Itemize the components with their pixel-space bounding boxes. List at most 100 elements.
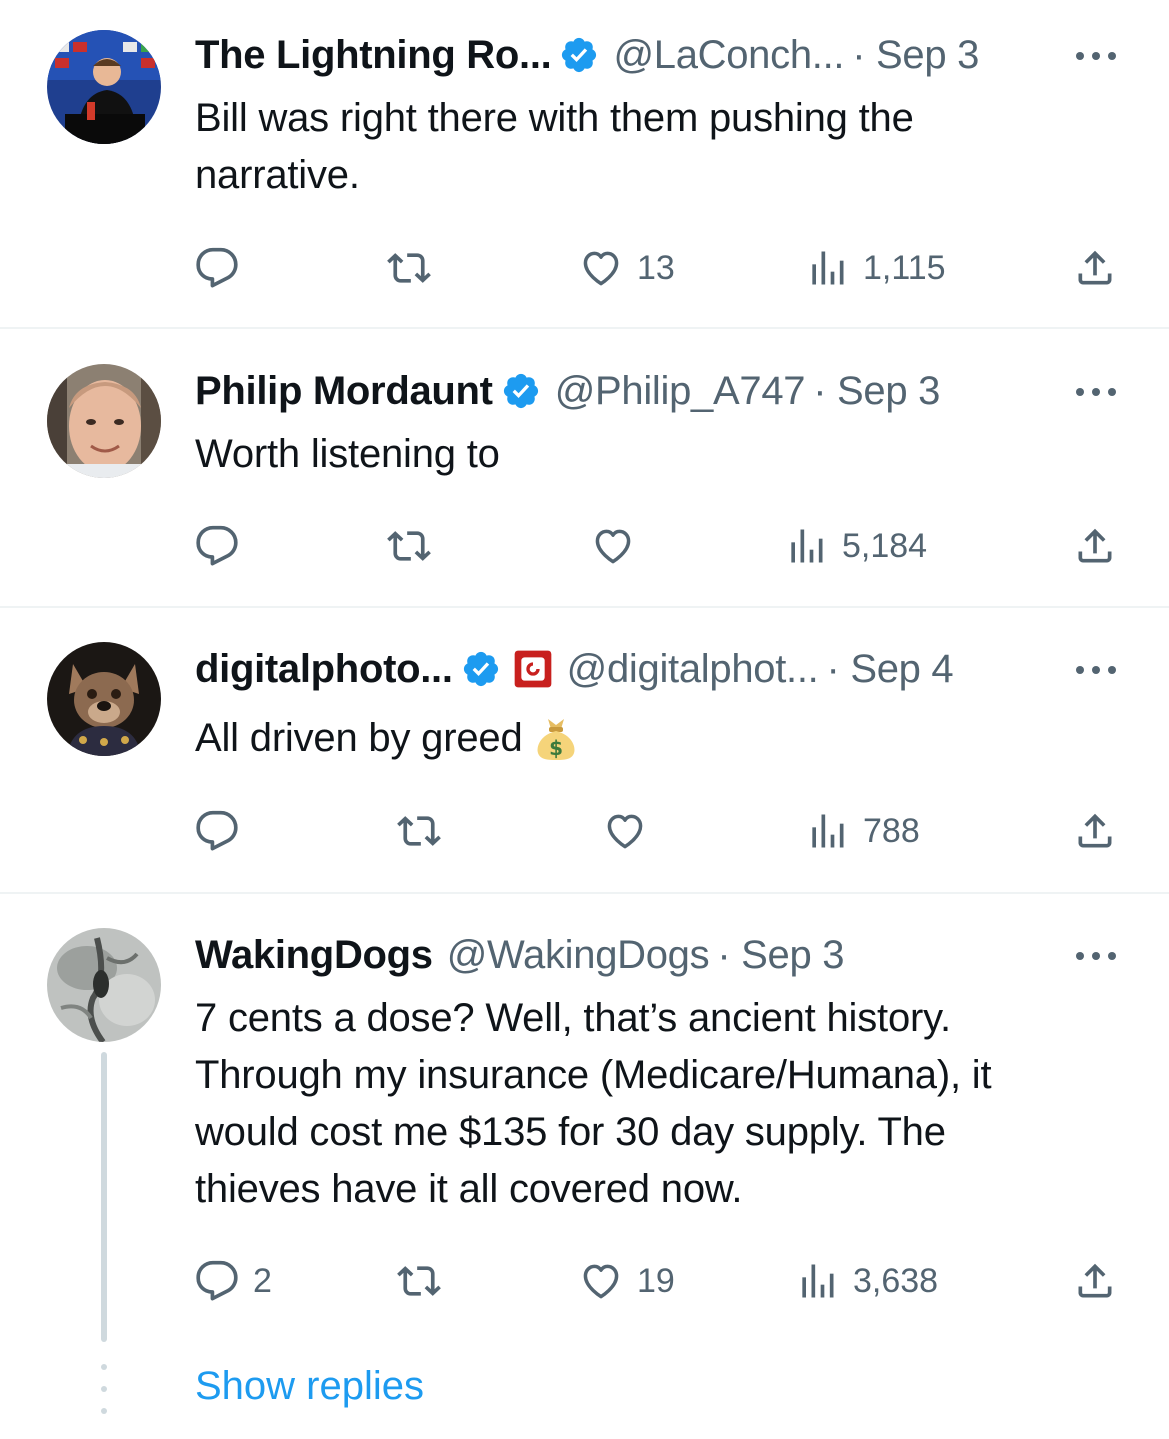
display-name[interactable]: Philip Mordaunt [195,369,493,414]
repost-icon [397,1259,441,1303]
tweet-text-line: 7 cents a dose? Well, that’s ancient his… [195,996,951,1040]
tweet[interactable]: The Lightning Ro... @LaConch... · Sep 3 … [0,0,1169,328]
tweet-text-line: would cost me $135 for 30 day supply. Th… [195,1110,946,1154]
user-handle[interactable]: @Philip_A747 [555,369,806,414]
tweet-header: The Lightning Ro... @LaConch... · Sep 3 [195,30,979,80]
verified-badge-icon[interactable] [501,371,541,411]
like-button[interactable]: 13 [579,243,675,293]
show-replies-link[interactable]: Show replies [195,1364,424,1409]
user-handle[interactable]: @LaConch... [613,33,844,78]
reply-button[interactable]: 2 [195,1256,272,1306]
avatar[interactable] [47,642,161,756]
repost-icon [387,246,431,290]
share-button[interactable] [1073,243,1117,293]
view-count: 3,638 [853,1261,939,1300]
views-button[interactable]: 5,184 [784,521,927,571]
share-icon [1073,246,1117,290]
bar-chart-icon [795,1259,839,1303]
heart-icon [579,246,623,290]
tweet-header: digitalphoto... @digitalphot... · Sep 4 [195,644,954,694]
more-options-icon[interactable] [1072,46,1120,66]
view-count: 1,115 [863,248,946,287]
repost-icon [387,524,431,568]
tweet-text: All driven by greed $ [195,710,1095,767]
display-name[interactable]: WakingDogs [195,933,433,978]
avatar[interactable] [47,364,161,478]
share-icon [1073,1259,1117,1303]
like-button[interactable] [603,806,647,856]
avatar-image [47,364,161,478]
thread-continuation-dots [101,1364,107,1414]
share-button[interactable] [1073,806,1117,856]
money-bag-icon: $ [533,711,579,761]
reply-count: 2 [253,1261,272,1300]
avatar-image [47,928,161,1042]
svg-text:$: $ [549,736,563,760]
user-handle[interactable]: @digitalphot... [567,647,819,692]
bar-chart-icon [784,524,828,568]
reply-button[interactable] [195,243,239,293]
heart-icon [603,809,647,853]
reply-button[interactable] [195,521,239,571]
thread-line [101,1052,107,1342]
tweet-text-line: narrative. [195,153,360,197]
tweet-date[interactable]: · Sep 3 [852,33,979,78]
tweet-text: 7 cents a dose? Well, that’s ancient his… [195,990,1095,1218]
tweet-date[interactable]: · Sep 3 [717,933,844,978]
display-name[interactable]: digitalphoto... [195,647,453,692]
avatar[interactable] [47,928,161,1042]
avatar-image [47,30,161,144]
reply-icon [195,246,239,290]
tweet[interactable]: digitalphoto... @digitalphot... · Sep 4 … [0,608,1169,892]
tweet-text-line: Bill was right there with them pushing t… [195,96,914,140]
like-button[interactable] [591,521,635,571]
reply-button[interactable] [195,806,239,856]
tweet-date[interactable]: · Sep 3 [813,369,940,414]
avatar[interactable] [47,30,161,144]
repost-button[interactable] [397,806,441,856]
verified-badge-icon[interactable] [461,649,501,689]
views-button[interactable]: 3,638 [795,1256,938,1306]
tweet-text-line: All driven by greed $ [195,710,1095,767]
tweet-text: Bill was right there with them pushing t… [195,90,1095,204]
avatar-image [47,642,161,756]
verified-badge-icon[interactable] [559,35,599,75]
tweet-text-content: All driven by greed [195,716,523,760]
user-handle[interactable]: @WakingDogs [447,933,710,978]
tweet-text-line: thieves have it all covered now. [195,1167,743,1211]
repost-icon [397,809,441,853]
repost-button[interactable] [397,1256,441,1306]
heart-icon [579,1259,623,1303]
like-count: 19 [637,1261,675,1300]
bar-chart-icon [805,809,849,853]
repost-button[interactable] [387,243,431,293]
tweet-header: Philip Mordaunt @Philip_A747 · Sep 3 [195,366,940,416]
tweet-text: Worth listening to [195,426,1095,483]
reply-icon [195,524,239,568]
reply-icon [195,1259,239,1303]
share-icon [1073,809,1117,853]
tweet[interactable]: WakingDogs @WakingDogs · Sep 3 7 cents a… [0,894,1169,1439]
view-count: 5,184 [842,526,928,565]
repost-button[interactable] [387,521,431,571]
more-options-icon[interactable] [1072,946,1120,966]
divider [0,327,1169,329]
bar-chart-icon [805,246,849,290]
like-count: 13 [637,248,675,287]
tweet-date[interactable]: · Sep 4 [826,647,953,692]
more-options-icon[interactable] [1072,660,1120,680]
views-button[interactable]: 1,115 [805,243,946,293]
heart-icon [591,524,635,568]
tweet-text-line: Through my insurance (Medicare/Humana), … [195,1053,992,1097]
tweet[interactable]: Philip Mordaunt @Philip_A747 · Sep 3 Wor… [0,330,1169,606]
affiliate-badge-icon[interactable] [513,649,553,689]
display-name[interactable]: The Lightning Ro... [195,33,552,78]
reply-icon [195,809,239,853]
tweet-text-line: Worth listening to [195,432,500,476]
views-button[interactable]: 788 [805,806,920,856]
more-options-icon[interactable] [1072,382,1120,402]
share-button[interactable] [1073,1256,1117,1306]
share-button[interactable] [1073,521,1117,571]
share-icon [1073,524,1117,568]
like-button[interactable]: 19 [579,1256,675,1306]
